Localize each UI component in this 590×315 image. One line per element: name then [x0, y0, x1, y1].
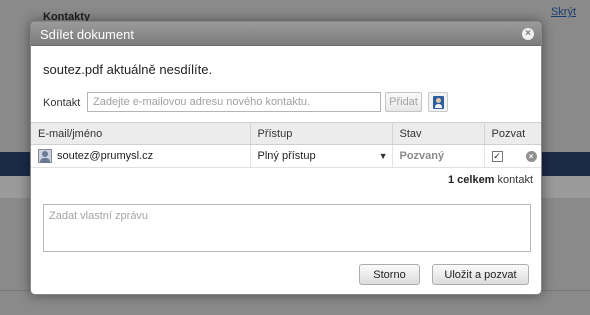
- contact-email: soutez@prumysl.cz: [57, 149, 154, 162]
- invite-checkbox[interactable]: ✓: [491, 150, 503, 162]
- total-count: 1 celkem: [447, 174, 495, 186]
- save-and-invite-button[interactable]: Uložit a pozvat: [432, 264, 529, 285]
- custom-message-input[interactable]: [43, 204, 531, 252]
- contact-total: 1 celkem kontakt: [448, 174, 533, 186]
- state-cell: Pozvaný: [392, 144, 485, 168]
- contact-label: Kontakt: [43, 97, 81, 109]
- close-icon[interactable]: ×: [522, 28, 534, 40]
- access-cell[interactable]: Plný přístup ▼: [250, 144, 393, 168]
- address-book-icon: [433, 96, 444, 109]
- dialog-header: Sdílet dokument ×: [31, 22, 541, 46]
- contact-email-input[interactable]: [87, 92, 381, 112]
- access-select[interactable]: Plný přístup ▼: [258, 150, 388, 162]
- chevron-down-icon: ▼: [378, 151, 388, 161]
- table-header-row: E-mail/jméno Přístup Stav Pozvat: [31, 122, 541, 145]
- cancel-button[interactable]: Storno: [359, 264, 420, 285]
- share-status-message: soutez.pdf aktuálně nesdílíte.: [43, 62, 213, 77]
- column-header-email: E-mail/jméno: [31, 122, 251, 145]
- column-header-state: Stav: [392, 122, 485, 145]
- share-table: E-mail/jméno Přístup Stav Pozvat soutez@…: [31, 122, 541, 168]
- contact-row: Kontakt Přidat: [43, 92, 533, 114]
- state-value: Pozvaný: [399, 150, 445, 162]
- address-book-button[interactable]: [428, 92, 448, 112]
- column-header-invite: Pozvat: [484, 122, 541, 145]
- table-row: soutez@prumysl.cz Plný přístup ▼ Pozvaný…: [31, 144, 541, 168]
- total-unit: kontakt: [497, 174, 533, 186]
- remove-contact-icon[interactable]: ×: [525, 150, 537, 162]
- access-value: Plný přístup: [257, 150, 316, 162]
- share-dialog: Sdílet dokument × soutez.pdf aktuálně ne…: [30, 21, 542, 295]
- add-contact-button[interactable]: Přidat: [385, 92, 422, 112]
- dialog-title: Sdílet dokument: [40, 27, 134, 42]
- column-header-access: Přístup: [250, 122, 393, 145]
- invite-cell: ✓ ×: [484, 144, 541, 168]
- hide-link[interactable]: Skrýt: [551, 6, 576, 18]
- email-cell: soutez@prumysl.cz: [31, 144, 251, 168]
- user-icon: [38, 149, 52, 163]
